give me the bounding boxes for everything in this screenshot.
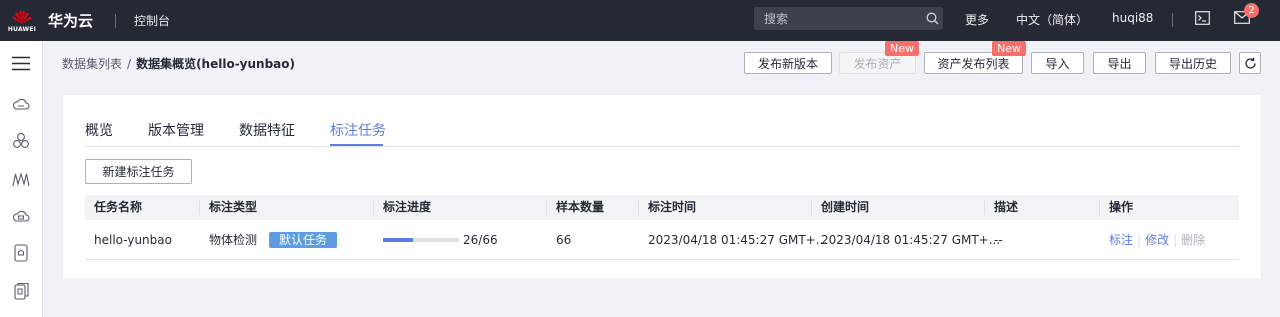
import-button[interactable]: 导入 (1031, 52, 1084, 74)
model-icon[interactable] (11, 169, 31, 189)
label-type-cell: 物体检测 默认任务 (200, 220, 338, 260)
export-history-button[interactable]: 导出历史 (1155, 52, 1231, 74)
refresh-button[interactable] (1239, 52, 1261, 74)
create-labeling-task-button[interactable]: 新建标注任务 (85, 159, 192, 184)
search-box[interactable]: 搜索 (754, 7, 943, 30)
new-badge: New (992, 41, 1026, 56)
tab-labeling-tasks[interactable]: 标注任务 (330, 120, 386, 140)
huawei-logo[interactable]: HUAWEI (0, 0, 44, 41)
task-name-cell: hello-yunbao (94, 233, 172, 247)
active-tab-indicator (330, 144, 383, 146)
breadcrumb-parent-link[interactable]: 数据集列表 (62, 57, 122, 71)
export-button[interactable]: 导出 (1093, 52, 1146, 74)
column-header[interactable]: 标注类型 (200, 195, 257, 220)
op-divider: | (1137, 233, 1142, 247)
new-badge: New (885, 41, 919, 56)
publish-version-button[interactable]: 发布新版本 (744, 52, 832, 74)
cloud-icon[interactable] (11, 94, 31, 114)
device-icon[interactable] (11, 243, 31, 263)
description-cell: -- (994, 233, 1003, 247)
breadcrumb-separator: / (127, 57, 132, 71)
create-time-cell: 2023/04/18 01:45:27 GMT+... (821, 233, 1001, 247)
left-sidebar (0, 41, 43, 317)
search-placeholder: 搜索 (764, 12, 789, 26)
content-card: 概览 版本管理 数据特征 标注任务 新建标注任务 任务名称 标注类型 标注进度 … (63, 95, 1261, 278)
progress-bar (383, 238, 459, 242)
label-time-cell: 2023/04/18 01:45:27 GMT+... (648, 233, 828, 247)
column-header[interactable]: 任务名称 (85, 195, 142, 220)
sample-count-cell: 66 (556, 233, 572, 247)
edit-link[interactable]: 修改 (1145, 233, 1169, 247)
storage-cloud-icon[interactable] (11, 206, 31, 226)
more-menu[interactable]: 更多 (965, 11, 989, 28)
label-type-text: 物体检测 (209, 233, 258, 247)
column-header[interactable]: 标注进度 (374, 195, 431, 220)
divider (1172, 13, 1173, 27)
menu-icon[interactable] (11, 53, 31, 73)
delete-link[interactable]: 删除 (1181, 233, 1205, 247)
op-divider: | (1173, 233, 1178, 247)
breadcrumb: 数据集列表 / 数据集概览(hello-yunbao) (62, 55, 295, 72)
table-row: hello-yunbao 物体检测 默认任务 26/66 66 2023/04/1… (85, 220, 1239, 260)
divider (115, 13, 117, 28)
tab-overview[interactable]: 概览 (85, 120, 113, 140)
default-task-tag: 默认任务 (269, 231, 338, 248)
top-navigation-bar: HUAWEI 华为云 控制台 搜索 更多 中文（简体） huqi88 2 (0, 0, 1280, 41)
refresh-icon (1244, 57, 1256, 69)
user-menu[interactable]: huqi88 (1112, 11, 1153, 25)
column-header: 操作 (1109, 200, 1134, 214)
console-link[interactable]: 控制台 (134, 12, 170, 29)
tab-version-management[interactable]: 版本管理 (148, 120, 204, 140)
label-link[interactable]: 标注 (1109, 233, 1133, 247)
column-header[interactable]: 标注时间 (639, 195, 696, 220)
tab-data-features[interactable]: 数据特征 (239, 120, 295, 140)
table-header: 任务名称 标注类型 标注进度 样本数量 标注时间 创建时间 描述 操作 (85, 195, 1239, 220)
column-header[interactable]: 样本数量 (547, 195, 604, 220)
progress-fill (383, 238, 413, 242)
column-header[interactable]: 创建时间 (812, 195, 869, 220)
brand-name[interactable]: 华为云 (48, 10, 93, 31)
notification-badge: 2 (1244, 3, 1259, 18)
column-header[interactable]: 描述 (985, 195, 1018, 220)
cluster-icon[interactable] (11, 131, 31, 151)
huawei-logo-icon (12, 10, 32, 24)
language-menu[interactable]: 中文（简体） (1016, 11, 1088, 28)
operations-cell: 标注 | 修改 | 删除 (1100, 220, 1205, 260)
tab-bar: 概览 版本管理 数据特征 标注任务 (85, 120, 1239, 147)
page-title: 数据集概览(hello-yunbao) (136, 57, 296, 71)
search-icon[interactable] (921, 12, 943, 25)
terminal-icon[interactable] (1195, 11, 1210, 28)
docs-icon[interactable] (11, 281, 31, 301)
logo-text: HUAWEI (7, 25, 37, 33)
progress-text: 26/66 (463, 233, 498, 247)
